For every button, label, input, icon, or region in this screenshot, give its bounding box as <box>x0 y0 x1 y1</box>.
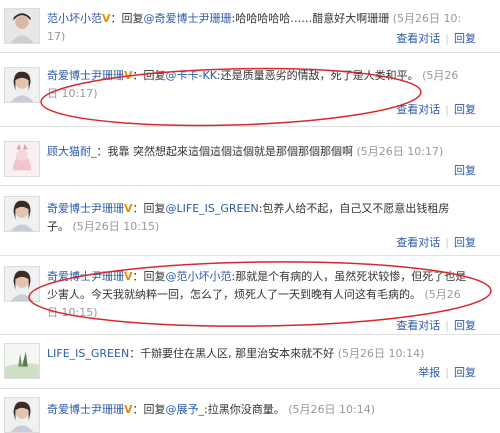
comment-item: 范小坏小范V：回复@奇爱博士尹珊珊:哈哈哈哈哈……醋意好大啊珊珊 (5月26日 … <box>0 0 500 52</box>
view-conversation-link[interactable]: 查看对话 <box>396 32 440 45</box>
username-link[interactable]: 奇爱博士尹珊珊 <box>47 69 124 82</box>
avatar[interactable] <box>4 67 40 103</box>
reply-prefix: 回复 <box>143 270 166 283</box>
avatar[interactable] <box>4 141 40 177</box>
colon: ： <box>132 270 144 283</box>
colon: ： <box>132 202 144 215</box>
colon: ： <box>129 347 141 360</box>
avatar[interactable] <box>4 397 40 433</box>
divider: | <box>445 319 449 332</box>
view-conversation-link[interactable]: 查看对话 <box>396 319 440 332</box>
avatar[interactable] <box>4 343 40 379</box>
divider: | <box>445 103 449 116</box>
comment-body: :还是质量恶劣的情敌，死了是人类和平。 <box>216 69 419 82</box>
verified-badge-icon: V <box>124 202 133 215</box>
comment-item: 奇爱博士尹珊珊V：回复@LIFE_IS_GREEN:包养人给不起，自己又不愿意出… <box>0 186 500 255</box>
reply-link[interactable]: 回复 <box>454 236 476 249</box>
divider: | <box>445 236 449 249</box>
mention-link[interactable]: @奇爱博士尹珊珊 <box>144 12 232 25</box>
avatar[interactable] <box>4 196 40 232</box>
timestamp: (5月26日 10:17) <box>356 145 444 158</box>
timestamp: (5月26日 10:15) <box>72 220 160 233</box>
comment-body: :哈哈哈哈哈……醋意好大啊珊珊 <box>231 12 390 25</box>
timestamp: (5月26日 10:14) <box>288 403 376 416</box>
username-link[interactable]: 奇爱博士尹珊珊 <box>47 403 124 416</box>
reply-link[interactable]: 回复 <box>454 32 476 45</box>
report-link[interactable]: 举报 <box>418 366 440 379</box>
comment-actions: 查看对话 | 回复 <box>396 236 476 250</box>
comment-body: 我靠 突然想起來這個這個這個就是那個那個那個啊 <box>107 145 354 158</box>
reply-link[interactable]: 回复 <box>454 103 476 116</box>
verified-badge-icon: V <box>124 270 133 283</box>
verified-badge-icon: V <box>124 69 133 82</box>
reply-prefix: 回复 <box>143 403 166 416</box>
colon: ： <box>132 69 144 82</box>
mention-link[interactable]: @LIFE_IS_GREEN <box>166 202 259 215</box>
comment-item: LIFE_IS_GREEN：千辦要住在黑人区, 那里治安本來就不好 (5月26日… <box>0 335 500 388</box>
comment-text: 顾大猫耐_：我靠 突然想起來這個這個這個就是那個那個那個啊 (5月26日 10:… <box>47 143 467 161</box>
reply-link[interactable]: 回复 <box>454 319 476 332</box>
reply-prefix: 回复 <box>121 12 144 25</box>
comment-text: 奇爱博士尹珊珊V：回复@展予_:拉黑你没商量。 (5月26日 10:14) <box>47 401 467 419</box>
comment-actions: 查看对话 | 回复 <box>396 319 476 333</box>
timestamp: (5月26日 10:14) <box>337 347 425 360</box>
comment-text: 奇爱博士尹珊珊V：回复@LIFE_IS_GREEN:包养人给不起，自己又不愿意出… <box>47 200 467 236</box>
comment-actions: 查看对话 | 回复 <box>396 32 476 46</box>
username-link[interactable]: LIFE_IS_GREEN <box>47 347 129 360</box>
username-link[interactable]: 顾大猫耐_ <box>47 145 97 158</box>
comment-text: 奇爱博士尹珊珊V：回复@卡卡-KK:还是质量恶劣的情敌，死了是人类和平。 (5月… <box>47 67 467 103</box>
comment-body: :拉黑你没商量。 <box>204 403 285 416</box>
username-link[interactable]: 奇爱博士尹珊珊 <box>47 270 124 283</box>
view-conversation-link[interactable]: 查看对话 <box>396 103 440 116</box>
verified-badge-icon: V <box>102 12 111 25</box>
comment-item: 奇爱博士尹珊珊V：回复@卡卡-KK:还是质量恶劣的情敌，死了是人类和平。 (5月… <box>0 53 500 126</box>
reply-prefix: 回复 <box>143 69 166 82</box>
reply-link[interactable]: 回复 <box>454 164 476 177</box>
colon: ： <box>96 145 108 158</box>
comment-body: 千辦要住在黑人区, 那里治安本來就不好 <box>140 347 335 360</box>
mention-link[interactable]: @展予_ <box>166 403 205 416</box>
username-link[interactable]: 范小坏小范 <box>47 12 102 25</box>
colon: ： <box>110 12 122 25</box>
reply-link[interactable]: 回复 <box>454 366 476 379</box>
username-link[interactable]: 奇爱博士尹珊珊 <box>47 202 124 215</box>
comment-item: 奇爱博士尹珊珊V：回复@范小坏小范:那就是个有病的人，虽然死状较惨，但死了也是少… <box>0 256 500 334</box>
divider: | <box>445 32 449 45</box>
comment-item: 顾大猫耐_：我靠 突然想起來這個這個這個就是那個那個那個啊 (5月26日 10:… <box>0 127 500 185</box>
mention-link[interactable]: @范小坏小范 <box>166 270 232 283</box>
colon: ： <box>132 403 144 416</box>
mention-link[interactable]: @卡卡-KK <box>166 69 217 82</box>
avatar[interactable] <box>4 8 40 44</box>
comment-text: LIFE_IS_GREEN：千辦要住在黑人区, 那里治安本來就不好 (5月26日… <box>47 345 467 363</box>
comment-actions: 回复 <box>454 164 476 178</box>
comment-actions: 查看对话 | 回复 <box>396 103 476 117</box>
view-conversation-link[interactable]: 查看对话 <box>396 236 440 249</box>
reply-prefix: 回复 <box>143 202 166 215</box>
divider: | <box>445 366 449 379</box>
verified-badge-icon: V <box>124 403 133 416</box>
comment-text: 奇爱博士尹珊珊V：回复@范小坏小范:那就是个有病的人，虽然死状较惨，但死了也是少… <box>47 268 467 322</box>
avatar[interactable] <box>4 266 40 302</box>
comment-item: 奇爱博士尹珊珊V：回复@展予_:拉黑你没商量。 (5月26日 10:14) <box>0 389 500 433</box>
comment-actions: 举报 | 回复 <box>418 366 476 380</box>
